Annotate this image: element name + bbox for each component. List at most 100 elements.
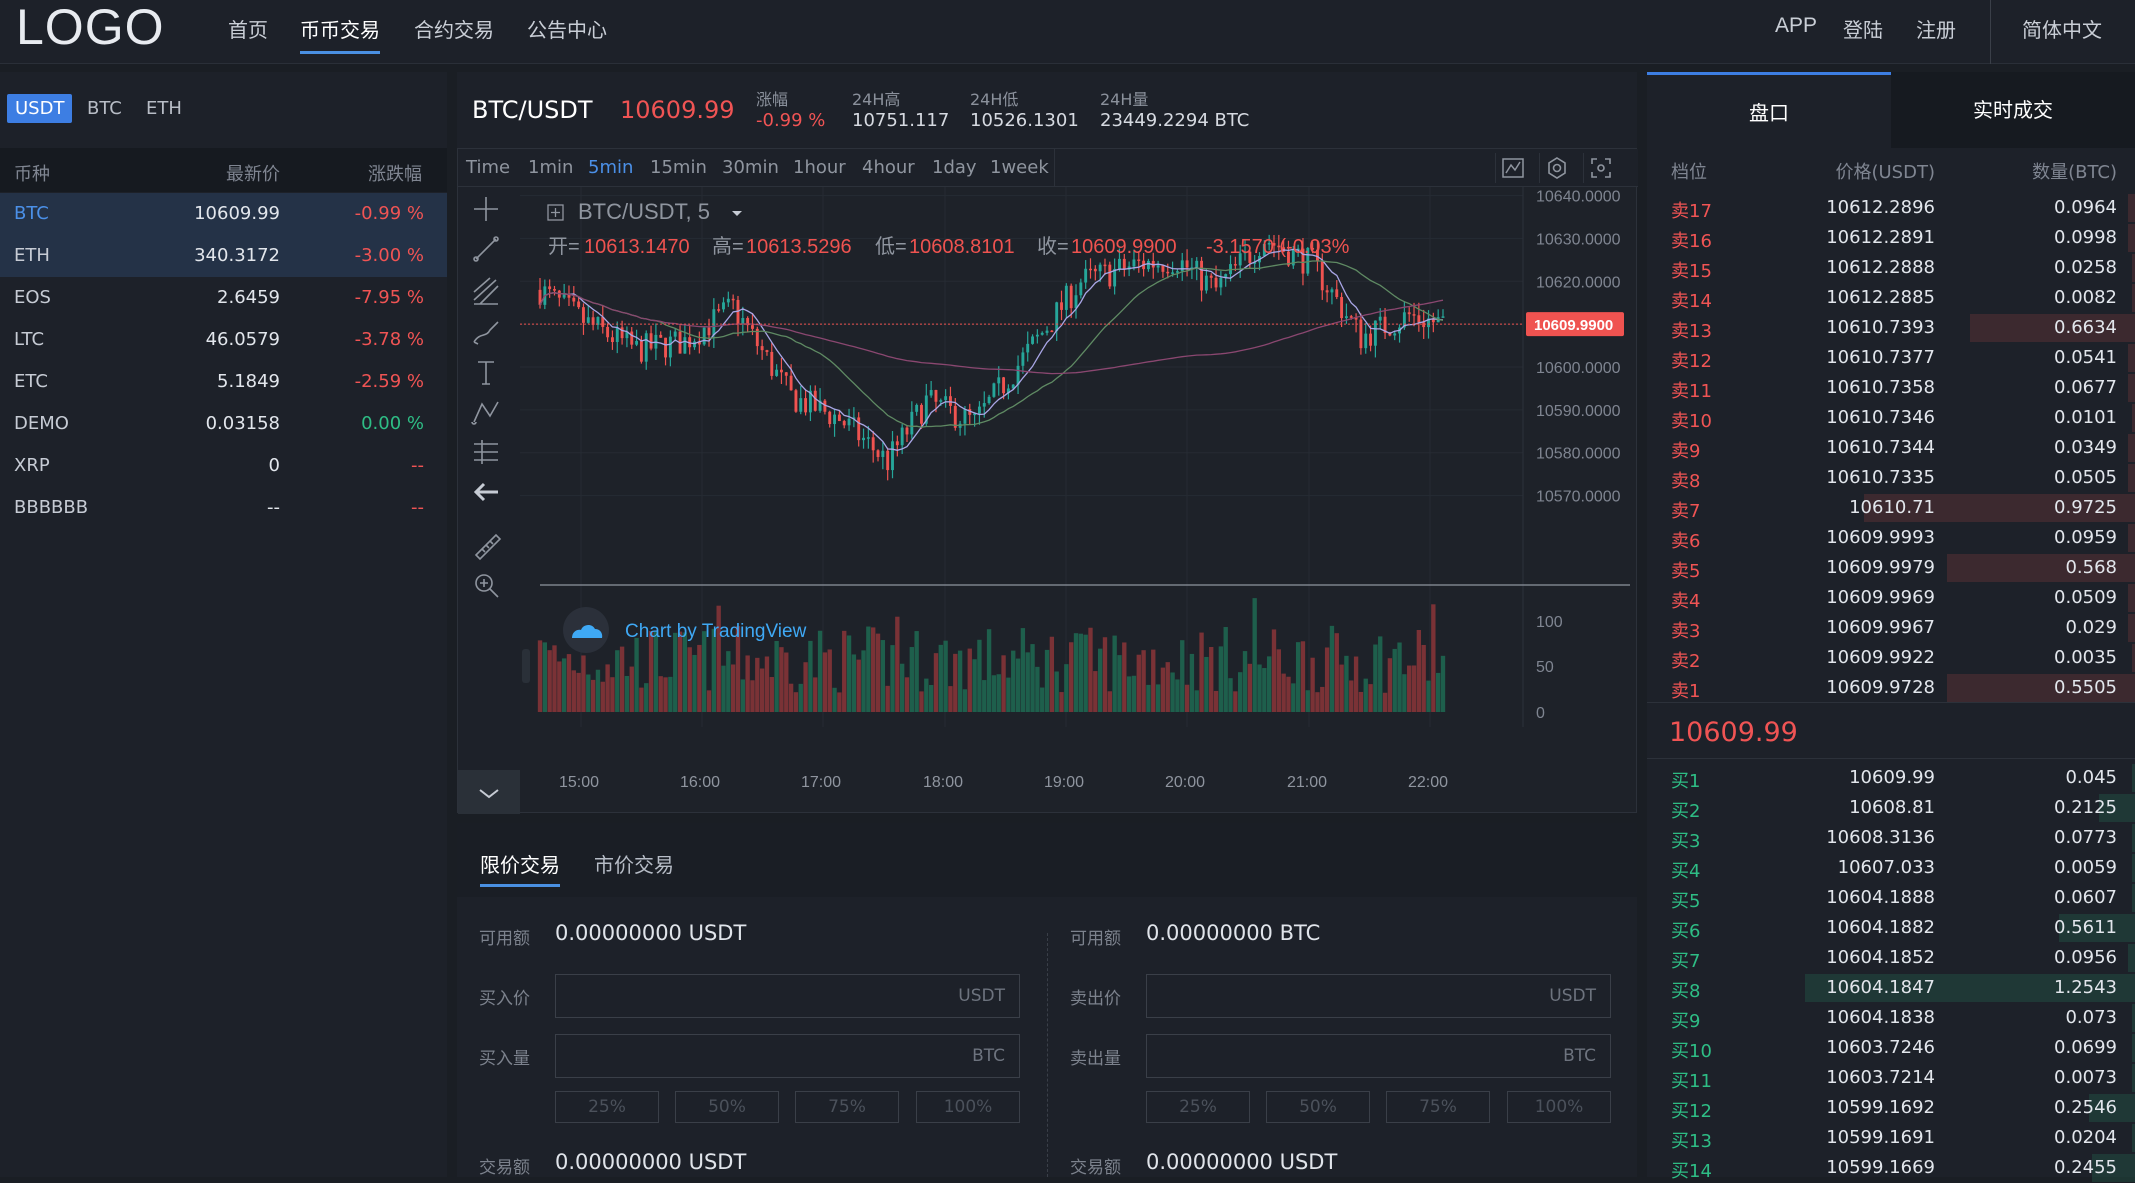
ask-row[interactable]: 卖5 10609.9979 0.568 <box>1647 553 2135 583</box>
sell-pct-100-button[interactable]: 100% <box>1507 1091 1611 1123</box>
tab-recent-trades[interactable]: 实时成交 <box>1891 72 2135 148</box>
sell-pct-75-button[interactable]: 75% <box>1386 1091 1490 1123</box>
bid-row[interactable]: 买14 10599.1669 0.2455 <box>1647 1153 2135 1183</box>
tab-limit-order[interactable]: 限价交易 <box>480 849 560 887</box>
level-qty: 0.0699 <box>2054 1037 2117 1058</box>
bid-row[interactable]: 买11 10603.7214 0.0073 <box>1647 1063 2135 1093</box>
interval-4hour[interactable]: 4hour <box>862 157 915 178</box>
sell-pct-25-button[interactable]: 25% <box>1146 1091 1250 1123</box>
bid-row[interactable]: 买6 10604.1882 0.5611 <box>1647 913 2135 943</box>
ask-row[interactable]: 卖9 10610.7344 0.0349 <box>1647 433 2135 463</box>
interval-1min[interactable]: 1min <box>528 157 573 178</box>
nav-login[interactable]: 登陆 <box>1843 14 1883 43</box>
tab-order-book[interactable]: 盘口 <box>1647 72 1891 148</box>
volume-bar <box>919 691 924 712</box>
interval-1week[interactable]: 1week <box>990 157 1049 178</box>
ask-row[interactable]: 卖17 10612.2896 0.0964 <box>1647 193 2135 223</box>
ask-row[interactable]: 卖6 10609.9993 0.0959 <box>1647 523 2135 553</box>
sell-avail-label: 可用额 <box>1070 929 1121 949</box>
candle-body <box>842 421 846 426</box>
bid-row[interactable]: 买1 10609.99 0.045 <box>1647 763 2135 793</box>
ask-row[interactable]: 卖4 10609.9969 0.0509 <box>1647 583 2135 613</box>
buy-pct-50-button[interactable]: 50% <box>675 1091 779 1123</box>
interval-30min[interactable]: 30min <box>722 157 779 178</box>
market-row-demo[interactable]: DEMO 0.03158 0.00 % <box>0 403 447 445</box>
quote-tab-usdt[interactable]: USDT <box>7 94 73 123</box>
ask-row[interactable]: 卖14 10612.2885 0.0082 <box>1647 283 2135 313</box>
level-price: 10603.7214 <box>1826 1067 1935 1088</box>
market-row-eth[interactable]: ETH 340.3172 -3.00 % <box>0 235 447 277</box>
level-qty: 0.0035 <box>2054 647 2117 668</box>
ask-row[interactable]: 卖11 10610.7358 0.0677 <box>1647 373 2135 403</box>
coin-change: -- <box>411 497 424 518</box>
bid-row[interactable]: 买8 10604.1847 1.2543 <box>1647 973 2135 1003</box>
sell-qty-input[interactable]: BTC <box>1146 1034 1611 1078</box>
market-row-ltc[interactable]: LTC 46.0579 -3.78 % <box>0 319 447 361</box>
interval-1day[interactable]: 1day <box>932 157 977 178</box>
buy-pct-75-button[interactable]: 75% <box>795 1091 899 1123</box>
sell-pct-50-button[interactable]: 50% <box>1266 1091 1370 1123</box>
interval-1hour[interactable]: 1hour <box>793 157 846 178</box>
ask-row[interactable]: 卖7 10610.71 0.9725 <box>1647 493 2135 523</box>
nav-spot-trading[interactable]: 币币交易 <box>300 14 380 54</box>
interval-time[interactable]: Time <box>466 157 510 178</box>
volume-bar <box>1257 664 1262 712</box>
ask-row[interactable]: 卖15 10612.2888 0.0258 <box>1647 253 2135 283</box>
market-row-bbbbbb[interactable]: BBBBBB -- -- <box>0 487 447 529</box>
volume-bar <box>943 640 948 712</box>
interval-5min[interactable]: 5min <box>588 157 633 178</box>
measure-icon <box>474 440 498 464</box>
candle-body <box>828 411 832 425</box>
bid-row[interactable]: 买13 10599.1691 0.0204 <box>1647 1123 2135 1153</box>
nav-app[interactable]: APP <box>1775 14 1817 38</box>
price-chart[interactable]: 10640.000010630.000010620.000010610.0000… <box>458 187 1638 814</box>
market-row-xrp[interactable]: XRP 0 -- <box>0 445 447 487</box>
language-selector[interactable]: 简体中文 <box>2022 14 2102 43</box>
bid-row[interactable]: 买4 10607.033 0.0059 <box>1647 853 2135 883</box>
ask-row[interactable]: 卖13 10610.7393 0.6634 <box>1647 313 2135 343</box>
buy-price-input[interactable]: USDT <box>555 974 1020 1018</box>
level-price: 10609.9993 <box>1826 527 1935 548</box>
header-change: 涨跌幅 <box>368 164 422 185</box>
buy-pct-25-button[interactable]: 25% <box>555 1091 659 1123</box>
bid-row[interactable]: 买12 10599.1692 0.2546 <box>1647 1093 2135 1123</box>
ask-row[interactable]: 卖8 10610.7335 0.0505 <box>1647 463 2135 493</box>
ask-row[interactable]: 卖3 10609.9967 0.029 <box>1647 613 2135 643</box>
bid-row[interactable]: 买7 10604.1852 0.0956 <box>1647 943 2135 973</box>
bid-row[interactable]: 买9 10604.1838 0.073 <box>1647 1003 2135 1033</box>
market-row-eos[interactable]: EOS 2.6459 -7.95 % <box>0 277 447 319</box>
level-qty: 1.2543 <box>2054 977 2117 998</box>
ask-row[interactable]: 卖16 10612.2891 0.0998 <box>1647 223 2135 253</box>
low-value: 10526.1301 <box>970 110 1079 131</box>
nav-announcements[interactable]: 公告中心 <box>527 14 607 43</box>
quote-tab-btc[interactable]: BTC <box>79 94 130 123</box>
bid-row[interactable]: 买3 10608.3136 0.0773 <box>1647 823 2135 853</box>
ask-row[interactable]: 卖1 10609.9728 0.5505 <box>1647 673 2135 703</box>
level-price: 10604.1852 <box>1826 947 1935 968</box>
bid-row[interactable]: 买10 10603.7246 0.0699 <box>1647 1033 2135 1063</box>
nav-home[interactable]: 首页 <box>228 14 268 43</box>
nav-register[interactable]: 注册 <box>1916 14 1956 43</box>
buy-qty-input[interactable]: BTC <box>555 1034 1020 1078</box>
bid-row[interactable]: 买2 10608.81 0.2125 <box>1647 793 2135 823</box>
logo[interactable]: LOGO <box>16 0 164 54</box>
bid-row[interactable]: 买5 10604.1888 0.0607 <box>1647 883 2135 913</box>
nav-futures[interactable]: 合约交易 <box>414 14 494 43</box>
interval-15min[interactable]: 15min <box>650 157 707 178</box>
ask-row[interactable]: 卖10 10610.7346 0.0101 <box>1647 403 2135 433</box>
sell-price-input[interactable]: USDT <box>1146 974 1611 1018</box>
fullscreen-icon[interactable] <box>1583 153 1617 183</box>
level-price: 10599.1669 <box>1826 1157 1935 1178</box>
market-row-btc[interactable]: BTC 10609.99 -0.99 % <box>0 193 447 235</box>
volume-bar <box>1136 654 1141 712</box>
market-row-etc[interactable]: ETC 5.1849 -2.59 % <box>0 361 447 403</box>
tab-market-order[interactable]: 市价交易 <box>594 849 674 878</box>
ask-row[interactable]: 卖2 10609.9922 0.0035 <box>1647 643 2135 673</box>
quote-tab-eth[interactable]: ETH <box>138 94 190 123</box>
indicator-icon[interactable] <box>1495 153 1529 183</box>
settings-icon[interactable] <box>1539 153 1573 183</box>
volume-bar <box>677 631 683 712</box>
buy-pct-100-button[interactable]: 100% <box>916 1091 1020 1123</box>
ask-row[interactable]: 卖12 10610.7377 0.0541 <box>1647 343 2135 373</box>
volume-bar <box>1199 632 1204 712</box>
